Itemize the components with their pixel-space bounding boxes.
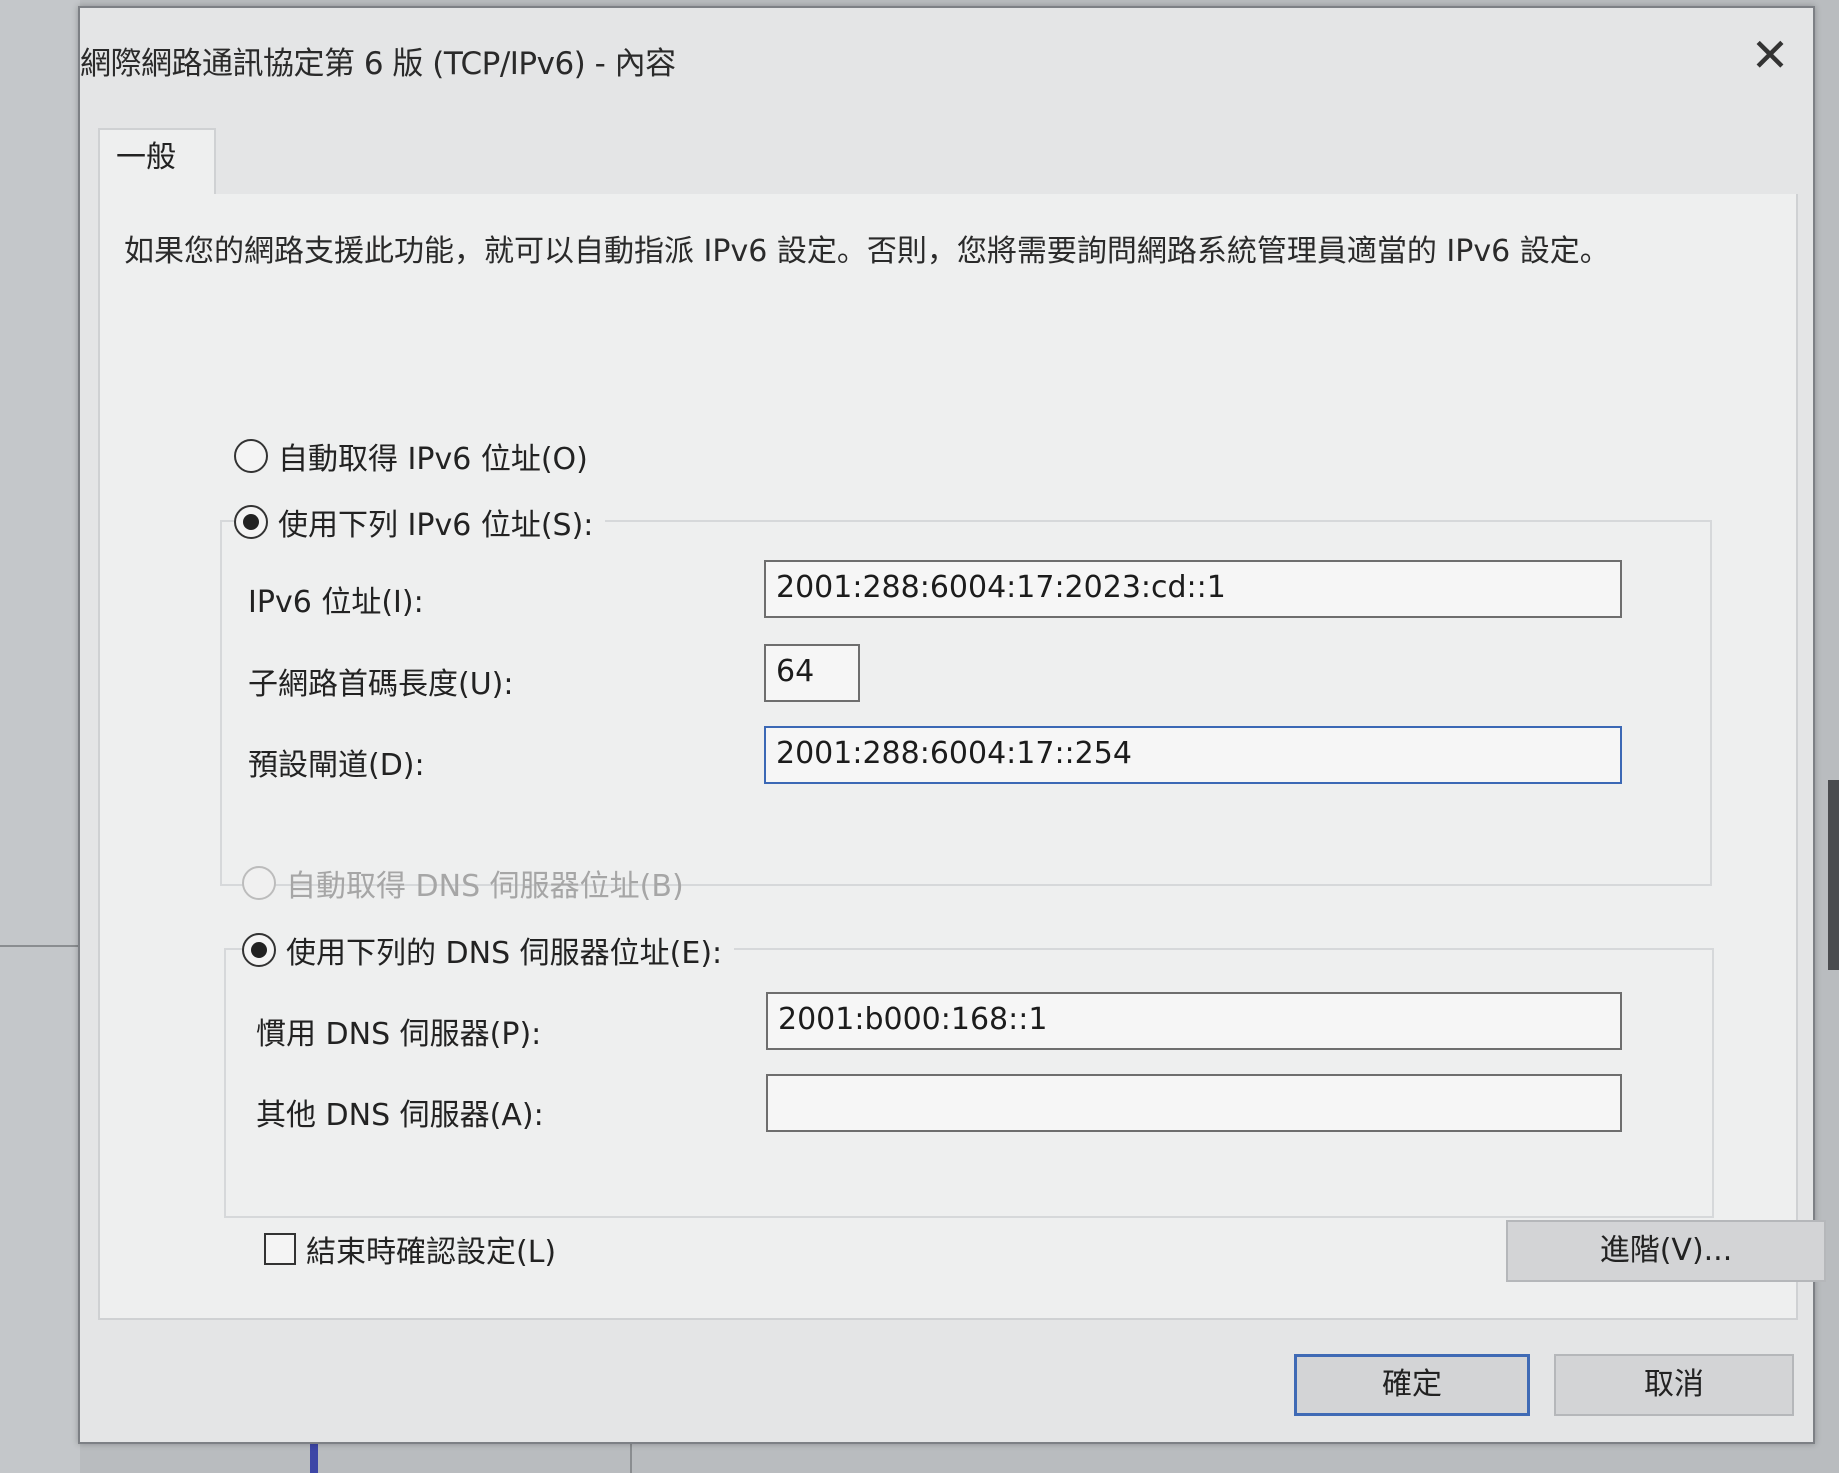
default-gateway-label: 預設閘道(D): — [248, 748, 425, 783]
alternate-dns-label: 其他 DNS 伺服器(A): — [256, 1098, 544, 1133]
radio-auto-dns-label: 自動取得 DNS 伺服器位址(B) — [286, 869, 684, 904]
radio-manual-ipv6-label: 使用下列 IPv6 位址(S): — [278, 508, 594, 543]
radio-auto-ipv6-label: 自動取得 IPv6 位址(O) — [278, 442, 588, 477]
background-window — [0, 0, 80, 1473]
ipv6-address-label: IPv6 位址(I): — [248, 585, 424, 620]
subnet-prefix-label: 子網路首碼長度(U): — [248, 667, 514, 702]
advanced-button[interactable]: 進階(V)... — [1506, 1220, 1826, 1282]
window-title: 網際網路通訊協定第 6 版 (TCP/IPv6) - 內容 — [80, 46, 676, 82]
radio-auto-dns[interactable]: 自動取得 DNS 伺服器位址(B) — [242, 861, 684, 905]
ipv6-properties-dialog: 網際網路通訊協定第 6 版 (TCP/IPv6) - 內容 ✕ 一般 如果您的網… — [78, 6, 1826, 1444]
default-gateway-input[interactable]: 2001:288:6004:17::254 — [764, 726, 1622, 784]
validate-on-exit[interactable]: 結束時確認設定(L) — [264, 1227, 556, 1271]
validate-on-exit-checkbox[interactable] — [264, 1233, 296, 1265]
background-divider-bottom — [630, 1440, 632, 1473]
description-text: 如果您的網路支援此功能，就可以自動指派 IPv6 設定。否則，您將需要詢問網路系… — [124, 234, 1610, 269]
tab-strip: 一般 — [98, 120, 1798, 198]
radio-manual-ipv6-indicator[interactable] — [234, 505, 268, 539]
background-scrollbar — [1828, 780, 1839, 970]
cancel-button[interactable]: 取消 — [1554, 1354, 1794, 1416]
radio-auto-ipv6[interactable]: 自動取得 IPv6 位址(O) — [234, 434, 588, 478]
preferred-dns-input[interactable]: 2001:b000:168::1 — [766, 992, 1622, 1050]
general-panel: 如果您的網路支援此功能，就可以自動指派 IPv6 設定。否則，您將需要詢問網路系… — [98, 194, 1826, 1320]
radio-auto-dns-indicator[interactable] — [242, 866, 276, 900]
radio-manual-ipv6[interactable]: 使用下列 IPv6 位址(S): — [234, 500, 606, 544]
tab-general[interactable]: 一般 — [98, 128, 216, 198]
background-taskbar-mark — [310, 1440, 318, 1473]
ok-button[interactable]: 確定 — [1294, 1354, 1530, 1416]
radio-manual-dns[interactable]: 使用下列的 DNS 伺服器位址(E): — [242, 928, 735, 972]
close-button[interactable]: ✕ — [1745, 30, 1795, 80]
background-divider — [0, 945, 80, 947]
radio-auto-ipv6-indicator[interactable] — [234, 439, 268, 473]
radio-manual-dns-label: 使用下列的 DNS 伺服器位址(E): — [286, 936, 723, 971]
ipv6-address-input[interactable]: 2001:288:6004:17:2023:cd::1 — [764, 560, 1622, 618]
alternate-dns-input[interactable] — [766, 1074, 1622, 1132]
validate-on-exit-label: 結束時確認設定(L) — [306, 1235, 557, 1270]
title-bar: 網際網路通訊協定第 6 版 (TCP/IPv6) - 內容 ✕ — [80, 8, 1813, 108]
preferred-dns-label: 慣用 DNS 伺服器(P): — [256, 1017, 542, 1052]
radio-manual-dns-indicator[interactable] — [242, 933, 276, 967]
subnet-prefix-input[interactable]: 64 — [764, 644, 860, 702]
